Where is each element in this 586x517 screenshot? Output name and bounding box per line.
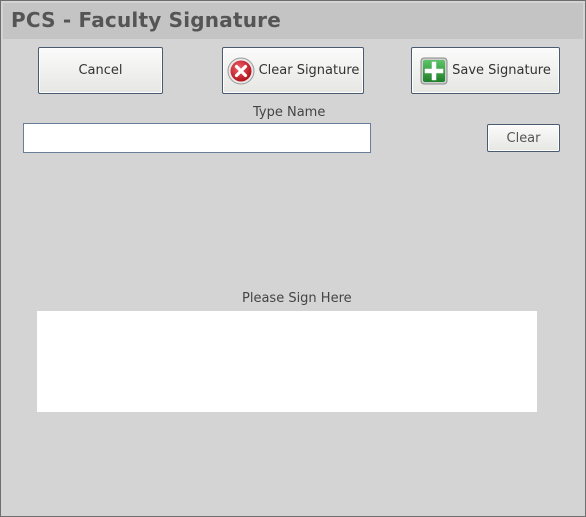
signature-window: PCS - Faculty Signature Cancel Clear Sig… [0,0,586,517]
cancel-button-label: Cancel [78,63,123,78]
green-plus-icon [420,57,448,85]
clear-name-button[interactable]: Clear [487,124,560,152]
type-name-label: Type Name [253,105,326,120]
signature-pad[interactable] [37,311,537,412]
name-input[interactable] [23,123,371,153]
clear-signature-button-label: Clear Signature [258,63,360,78]
title-bar: PCS - Faculty Signature [3,3,583,39]
sign-here-label: Please Sign Here [242,291,352,306]
clear-signature-button[interactable]: Clear Signature [222,47,364,94]
red-x-circle-icon [227,57,255,85]
window-title: PCS - Faculty Signature [11,8,281,32]
save-signature-button-label: Save Signature [452,63,551,78]
cancel-button[interactable]: Cancel [38,47,163,94]
clear-name-button-label: Clear [506,130,541,146]
save-signature-button[interactable]: Save Signature [411,47,560,94]
